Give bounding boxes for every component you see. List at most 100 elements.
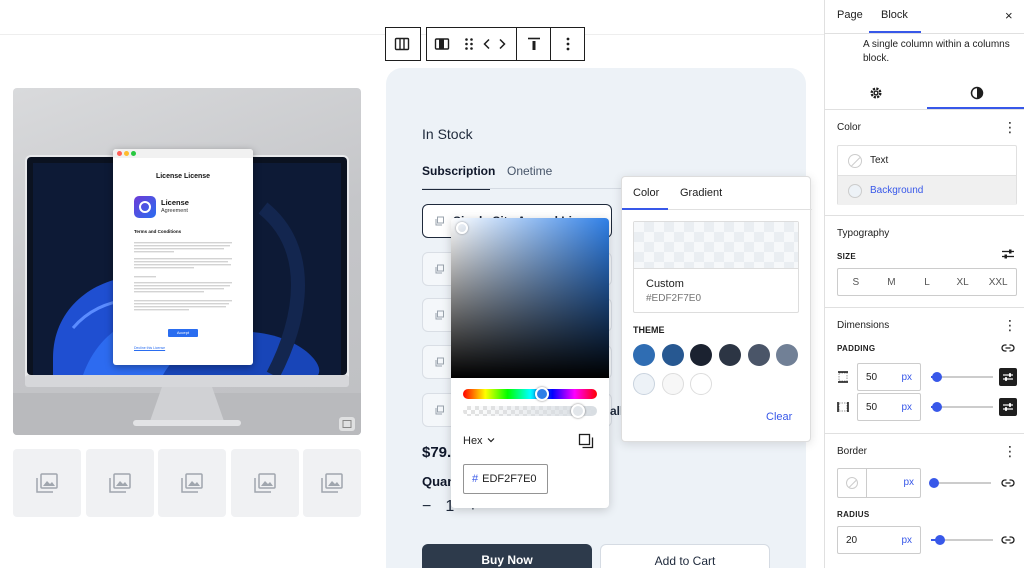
hue-slider[interactable] — [463, 389, 597, 399]
mockup-app-logo — [134, 196, 156, 218]
variant-icon — [435, 355, 445, 370]
saturation-handle[interactable] — [456, 222, 468, 234]
radius-input[interactable]: 20 px — [837, 526, 921, 554]
color-preview-swatch — [634, 222, 798, 268]
saturation-area[interactable] — [451, 218, 609, 378]
tab-onetime[interactable]: Onetime — [507, 164, 552, 178]
more-vertical-icon[interactable]: ⋮ — [1003, 119, 1017, 136]
padding-horizontal-icon — [837, 401, 849, 416]
radius-label: RADIUS — [837, 510, 870, 519]
more-vertical-icon[interactable]: ⋮ — [1003, 317, 1017, 334]
text-color-label: Text — [870, 155, 889, 166]
styles-icon[interactable] — [970, 86, 984, 103]
columns-icon[interactable] — [386, 28, 418, 60]
text-color-item[interactable]: Text — [838, 146, 1016, 175]
editor-canvas: License License License Agreement Terms … — [0, 0, 824, 568]
link-icon[interactable] — [1001, 534, 1015, 549]
padding-unit[interactable]: px — [901, 402, 912, 413]
background-color-item[interactable]: Background — [838, 176, 1016, 205]
border-width-input[interactable]: px — [872, 477, 914, 488]
align-top-icon[interactable] — [517, 28, 550, 60]
theme-swatch[interactable] — [748, 344, 770, 366]
thumbnail-image-icon[interactable] — [158, 449, 226, 517]
color-preview-hex: #EDF2F7E0 — [646, 293, 702, 304]
tab-color[interactable]: Color — [633, 187, 659, 199]
custom-size-icon[interactable] — [1001, 248, 1015, 263]
theme-swatch[interactable] — [776, 344, 798, 366]
thumbnail-image-icon[interactable] — [86, 449, 154, 517]
image-zoom-icon[interactable] — [339, 417, 355, 431]
copy-icon[interactable] — [578, 433, 594, 452]
padding-vertical-icon — [837, 371, 849, 386]
alpha-handle[interactable] — [571, 404, 585, 418]
size-option-s[interactable]: S — [838, 269, 874, 295]
border-color-icon[interactable] — [846, 477, 858, 489]
tab-gradient[interactable]: Gradient — [680, 187, 722, 199]
theme-swatch[interactable] — [690, 373, 712, 395]
typography-section-title: Typography — [837, 228, 890, 239]
radius-unit[interactable]: px — [901, 535, 912, 546]
clear-button[interactable]: Clear — [766, 411, 792, 423]
slider-thumb[interactable] — [932, 372, 942, 382]
slider-thumb[interactable] — [935, 535, 945, 545]
padding-horizontal-slider[interactable] — [931, 400, 993, 414]
link-icon[interactable] — [1001, 477, 1015, 492]
padding-vertical-slider[interactable] — [931, 370, 993, 384]
drag-handle-icon[interactable] — [458, 28, 479, 60]
theme-swatch[interactable] — [719, 344, 741, 366]
padding-label: PADDING — [837, 344, 876, 353]
radius-slider[interactable] — [931, 533, 993, 547]
border-unit[interactable]: px — [903, 477, 914, 488]
variant-icon — [435, 262, 445, 277]
column-icon[interactable] — [427, 28, 458, 60]
size-option-l[interactable]: L — [909, 269, 945, 295]
custom-color-picker: Hex # EDF2F7E0 — [451, 218, 609, 508]
tab-block[interactable]: Block — [881, 9, 908, 21]
slider-thumb[interactable] — [929, 478, 939, 488]
color-section-title: Color — [837, 122, 861, 133]
theme-swatch[interactable] — [690, 344, 712, 366]
hue-handle[interactable] — [535, 387, 549, 401]
buy-now-button[interactable]: Buy Now — [422, 544, 592, 568]
size-option-xl[interactable]: XL — [945, 269, 981, 295]
size-option-m[interactable]: M — [874, 269, 910, 295]
tabs-divider — [422, 188, 622, 189]
gear-icon[interactable] — [869, 86, 883, 103]
color-preview[interactable]: Custom #EDF2F7E0 — [633, 221, 799, 313]
add-to-cart-button[interactable]: Add to Cart — [600, 544, 770, 568]
size-option-xxl[interactable]: XXL — [980, 269, 1016, 295]
unlink-sides-button[interactable] — [999, 398, 1017, 416]
padding-unit[interactable]: px — [901, 372, 912, 383]
padding-vertical-input[interactable]: 50 px — [857, 363, 921, 391]
thumbnail-image-icon[interactable] — [13, 449, 81, 517]
mockup-link: Decline this License — [134, 346, 166, 350]
block-toolbar-parent — [385, 27, 421, 61]
tab-page[interactable]: Page — [837, 9, 863, 21]
theme-swatch[interactable] — [633, 344, 655, 366]
theme-swatch[interactable] — [662, 344, 684, 366]
color-format-select[interactable]: Hex — [463, 435, 496, 447]
more-vertical-icon[interactable] — [551, 28, 584, 60]
more-vertical-icon[interactable]: ⋮ — [1003, 443, 1017, 460]
link-icon[interactable] — [1001, 342, 1015, 357]
close-icon[interactable]: × — [1005, 8, 1013, 23]
product-main-image[interactable]: License License License Agreement Terms … — [13, 88, 361, 435]
slider-thumb[interactable] — [932, 402, 942, 412]
tab-subscription[interactable]: Subscription — [422, 164, 495, 190]
mockup-section-heading: Terms and Conditions — [134, 229, 182, 234]
chevron-right-icon[interactable] — [495, 28, 510, 60]
thumbnail-image-icon[interactable] — [303, 449, 361, 517]
unlink-sides-button[interactable] — [999, 368, 1017, 386]
chevron-left-icon[interactable] — [479, 28, 494, 60]
quantity-minus-button[interactable]: − — [422, 498, 431, 516]
padding-horizontal-input[interactable]: 50 px — [857, 393, 921, 421]
color-preview-name: Custom — [646, 278, 684, 290]
border-width-slider[interactable] — [929, 476, 991, 490]
hex-input[interactable]: # EDF2F7E0 — [463, 464, 548, 494]
theme-swatch[interactable] — [633, 373, 655, 395]
theme-swatch[interactable] — [662, 373, 684, 395]
thumbnail-image-icon[interactable] — [231, 449, 299, 517]
color-settings-list: Text Background — [837, 145, 1017, 205]
color-format-value: Hex — [463, 435, 483, 447]
background-color-label: Background — [870, 185, 924, 196]
